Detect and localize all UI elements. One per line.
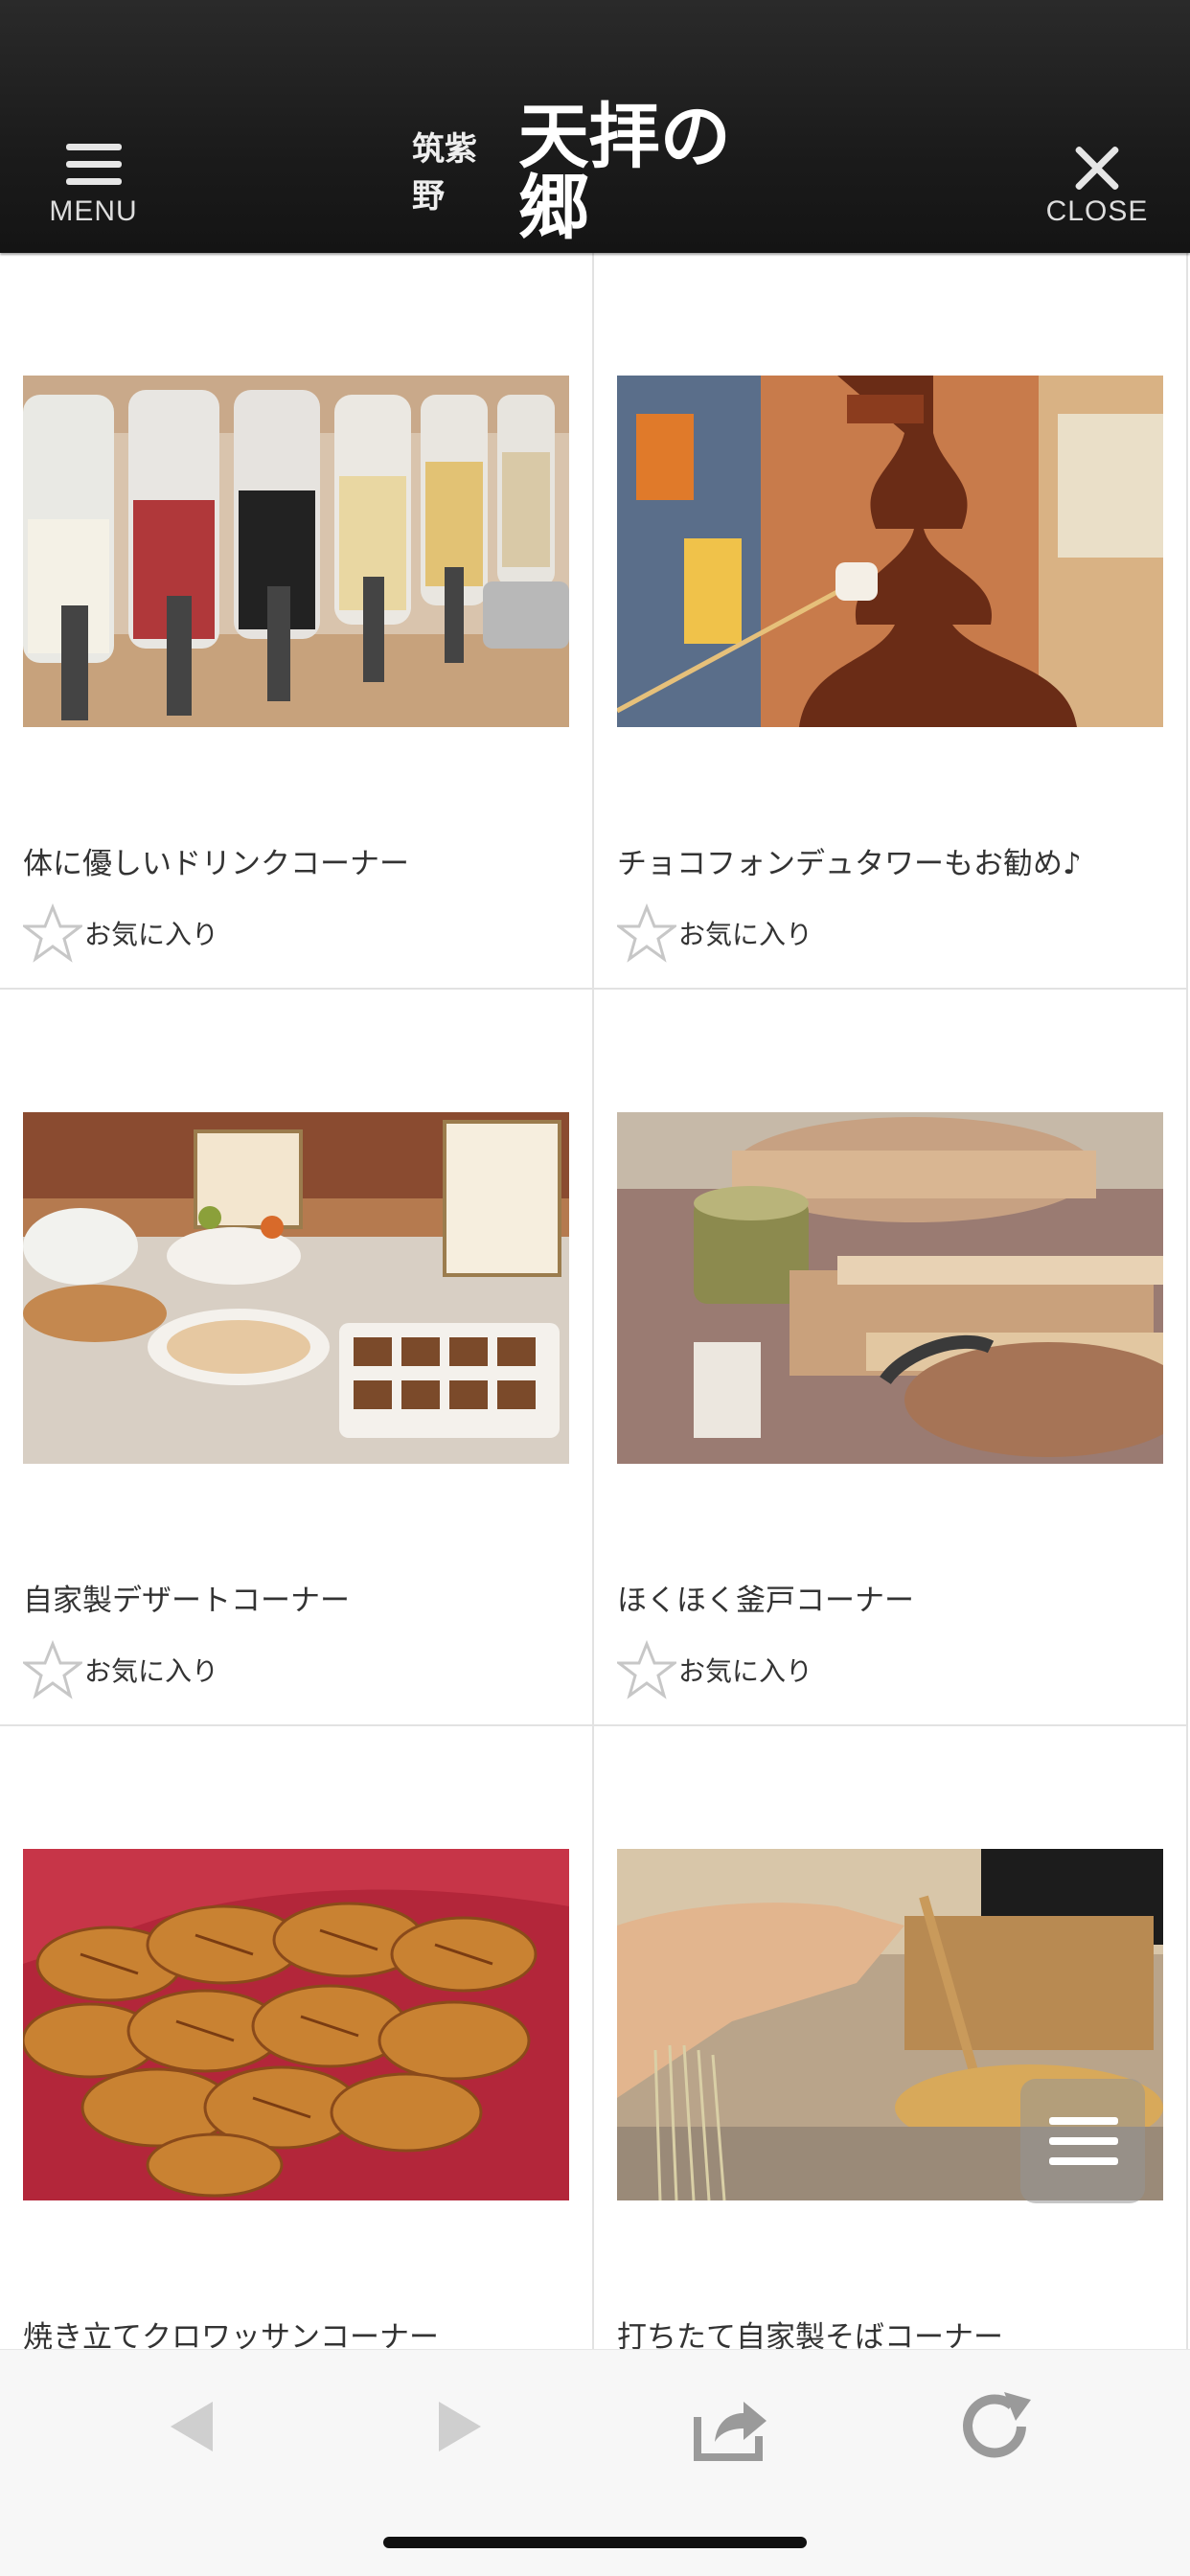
favorite-button[interactable]: お気に入り <box>617 1640 813 1699</box>
reload-icon <box>963 2392 1031 2458</box>
app-header: MENU 筑紫野 天拝の郷 CLOSE <box>0 0 1190 253</box>
star-outline-icon <box>617 1640 676 1699</box>
hamburger-icon <box>65 144 122 186</box>
home-indicator <box>383 2537 807 2548</box>
hamburger-icon <box>1049 2117 1118 2125</box>
item-caption: 体に優しいドリンクコーナー <box>23 847 409 881</box>
share-button[interactable] <box>680 2379 776 2474</box>
close-icon <box>1072 144 1122 194</box>
site-logo[interactable]: 筑紫野 天拝の郷 <box>412 102 776 243</box>
croissant-corner-photo[interactable] <box>23 1849 569 2200</box>
logo-main-text: 天拝の郷 <box>517 96 731 249</box>
back-arrow-icon <box>171 2402 213 2451</box>
dessert-corner-photo[interactable] <box>23 1112 569 1464</box>
menu-label: MENU <box>49 195 138 227</box>
menu-button[interactable]: MENU <box>38 144 149 239</box>
gallery-card[interactable]: ほくほく釜戸コーナー お気に入り <box>594 990 1188 1726</box>
kamado-corner-photo[interactable] <box>617 1112 1163 1464</box>
gallery-card[interactable]: チョコフォンデュタワーもお勧め♪ お気に入り <box>594 253 1188 990</box>
drink-corner-photo[interactable] <box>23 376 569 727</box>
star-outline-icon <box>617 903 676 963</box>
chocolate-fountain-photo[interactable] <box>617 376 1163 727</box>
favorite-button[interactable]: お気に入り <box>23 1640 219 1699</box>
favorite-label: お気に入り <box>678 1655 813 1687</box>
item-caption: 自家製デザートコーナー <box>23 1584 350 1618</box>
favorite-button[interactable]: お気に入り <box>23 903 219 963</box>
item-caption: ほくほく釜戸コーナー <box>617 1584 914 1618</box>
favorite-button[interactable]: お気に入り <box>617 903 813 963</box>
item-caption: チョコフォンデュタワーもお勧め♪ <box>617 847 1082 881</box>
star-outline-icon <box>23 903 82 963</box>
gallery-card[interactable]: 自家製デザートコーナー お気に入り <box>0 990 594 1726</box>
favorite-label: お気に入り <box>84 1655 219 1687</box>
reload-button[interactable] <box>949 2379 1044 2474</box>
close-label: CLOSE <box>1045 195 1149 227</box>
close-button[interactable]: CLOSE <box>1040 144 1155 239</box>
gallery-card[interactable]: 体に優しいドリンクコーナー お気に入り <box>0 253 594 990</box>
forward-button[interactable] <box>412 2379 508 2474</box>
favorite-label: お気に入り <box>678 919 813 950</box>
star-outline-icon <box>23 1640 82 1699</box>
logo-small-text: 筑紫野 <box>412 130 477 216</box>
forward-arrow-icon <box>439 2402 481 2451</box>
back-button[interactable] <box>144 2379 240 2474</box>
share-icon <box>694 2402 767 2461</box>
favorite-label: お気に入り <box>84 919 219 950</box>
floating-menu-button[interactable] <box>1020 2079 1145 2203</box>
